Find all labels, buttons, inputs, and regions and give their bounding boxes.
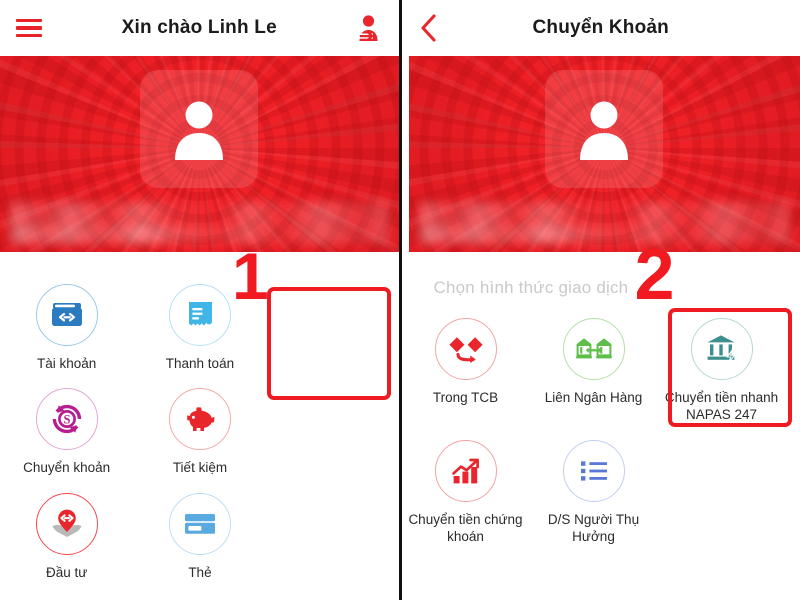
napas-fast-transfer-icon: [707, 335, 735, 364]
tiet-kiem-icon-circle[interactable]: [168, 388, 231, 451]
money-transfer-icon: S: [52, 405, 81, 434]
dau-tu-icon-circle[interactable]: [35, 492, 98, 555]
redacted-account-subinfo: [424, 226, 650, 242]
grid-item-label: Chuyển tiền chứng khoán: [408, 511, 523, 544]
left-hero-banner: [0, 56, 399, 252]
beneficiary-list-icon: [580, 460, 607, 481]
securities-transfer-icon: [451, 458, 479, 483]
grid-item-tiet-kiem[interactable]: Tiết kiệm: [133, 382, 266, 486]
techcombank-transfer-icon: [448, 337, 483, 363]
left-topbar: Xin chào Linh Le: [0, 0, 399, 56]
redacted-account-subinfo: [16, 226, 249, 242]
napas-icon-circle[interactable]: [690, 318, 753, 380]
tai-khoan-icon-circle[interactable]: [35, 284, 98, 346]
grid-item-chung-khoan[interactable]: Chuyển tiền chứng khoán: [402, 434, 530, 556]
grid-item-label: Thẻ: [188, 564, 212, 580]
interbank-transfer-icon: [575, 338, 612, 359]
avatar[interactable]: [545, 70, 664, 188]
grid-item-tai-khoan[interactable]: Tài khoản: [0, 278, 133, 382]
lien-ngan-hang-icon-circle[interactable]: [562, 318, 625, 380]
grid-item-label: Đầu tư: [45, 564, 88, 580]
grid-item-chuyen-khoan[interactable]: S Chuyển khoản: [0, 382, 133, 486]
ds-nguoi-thu-huong-icon-circle[interactable]: [562, 439, 625, 502]
grid-item-label: Tiết kiệm: [172, 460, 228, 476]
grid-item-label: Tài khoản: [37, 356, 97, 371]
chung-khoan-icon-circle[interactable]: [434, 439, 497, 502]
grid-item-label: Liên Ngân Hàng: [544, 390, 643, 405]
svg-text:S: S: [63, 413, 70, 427]
left-page-title: Xin chào Linh Le: [121, 17, 277, 38]
avatar[interactable]: [140, 70, 259, 188]
trong-tcb-icon-circle[interactable]: [434, 318, 497, 380]
left-service-grid: Tài khoản Thanh toán S Chuyển khoản Tiết…: [0, 252, 399, 591]
right-page-title: Chuyển Khoản: [532, 17, 669, 38]
investment-icon: [52, 509, 82, 537]
grid-item-label: D/S Người Thụ Hưởng: [547, 511, 640, 544]
right-phone-screen: Chuyển Khoản Chọn hình thức giao dịch Tr…: [401, 0, 800, 600]
menu-button[interactable]: [16, 0, 42, 56]
thanh-toan-icon-circle[interactable]: [168, 284, 231, 346]
back-button[interactable]: [418, 0, 440, 56]
user-avatar-icon: [175, 101, 224, 160]
grid-item-label: Chuyển tiền nhanh NAPAS 247: [664, 390, 779, 423]
back-chevron-icon[interactable]: [418, 13, 440, 43]
grid-item-label: Chuyển khoản: [23, 460, 111, 476]
grid-item-label: Trong TCB: [432, 390, 499, 405]
right-topbar: Chuyển Khoản: [401, 0, 800, 56]
the-icon-circle[interactable]: [168, 492, 231, 555]
grid-item-ds-nguoi-thu-huong[interactable]: D/S Người Thụ Hưởng: [530, 434, 658, 556]
grid-item-the[interactable]: Thẻ: [133, 487, 266, 591]
wallet-icon: [51, 303, 82, 326]
chuyen-khoan-icon-circle[interactable]: S: [35, 388, 98, 451]
grid-item-trong-tcb[interactable]: Trong TCB: [402, 312, 530, 434]
user-avatar-icon: [580, 101, 629, 160]
screenshot-stage: Xin chào Linh Le Tài khoản Thanh toán S …: [0, 0, 800, 600]
credit-card-icon: [184, 513, 215, 534]
hamburger-menu-icon[interactable]: [16, 18, 42, 38]
profile-button[interactable]: [355, 0, 381, 56]
grid-item-thanh-toan[interactable]: Thanh toán: [133, 278, 266, 382]
invoice-icon: [188, 302, 212, 327]
person-logout-icon[interactable]: [355, 14, 381, 42]
right-hero-banner: [408, 56, 800, 252]
section-caption: Chọn hình thức giao dịch: [433, 278, 629, 297]
grid-item-napas-247[interactable]: Chuyển tiền nhanh NAPAS 247: [658, 312, 786, 434]
right-service-grid: Trong TCB Liên Ngân Hàng Chuyển tiền nha…: [402, 298, 800, 555]
grid-item-label: Thanh toán: [165, 356, 235, 371]
left-phone-screen: Xin chào Linh Le Tài khoản Thanh toán S …: [0, 0, 402, 600]
grid-item-dau-tu[interactable]: Đầu tư: [0, 487, 133, 591]
grid-item-lien-ngan-hang[interactable]: Liên Ngân Hàng: [530, 312, 658, 434]
piggy-bank-icon: [187, 407, 215, 432]
